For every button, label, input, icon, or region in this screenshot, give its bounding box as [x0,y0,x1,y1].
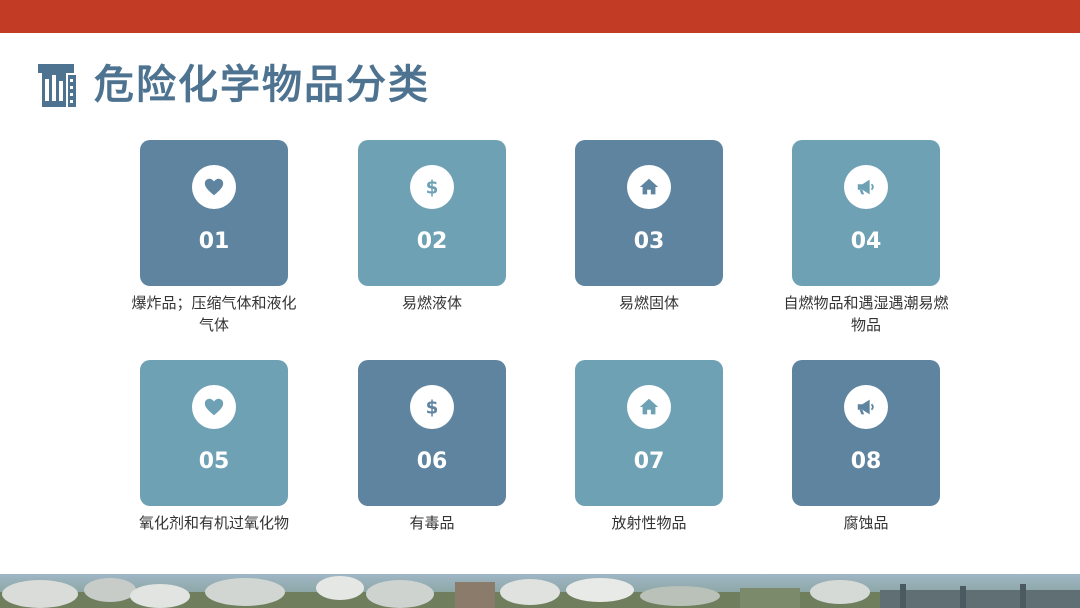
lab-beaker-logo-icon [38,64,76,107]
dollar-icon: $ [426,397,439,418]
category-card-02[interactable]: $ 02 [358,140,506,286]
category-number: 01 [198,229,230,254]
megaphone-icon [857,399,874,415]
icon-circle [627,165,671,209]
icon-circle [192,165,236,209]
category-card-01[interactable]: 01 [140,140,288,286]
category-label-06: 有毒品 [409,514,455,532]
title-area: 危险化学物品分类 [36,60,430,110]
top-accent-bar [0,0,1080,33]
category-label-08: 腐蚀品 [843,514,889,532]
category-label-03: 易燃固体 [618,294,679,312]
category-card-05[interactable]: 05 [140,360,288,506]
heart-icon [204,398,224,416]
industrial-tanks-photo [0,574,1080,608]
category-number: 03 [633,229,665,254]
icon-circle [627,385,671,429]
category-card-04[interactable]: 04 [792,140,940,286]
icon-circle: $ [410,385,454,429]
category-label-05: 氧化剂和有机过氧化物 [138,514,289,532]
icon-circle [192,385,236,429]
dollar-icon: $ [426,177,439,198]
icon-circle [844,165,888,209]
icon-circle [844,385,888,429]
megaphone-icon [857,179,874,195]
category-number: 02 [416,229,448,254]
category-label-01: 爆炸品；压缩气体和液化气体 [131,294,297,334]
category-card-08[interactable]: 08 [792,360,940,506]
icon-circle: $ [410,165,454,209]
category-label-04: 自燃物品和遇湿遇潮易燃物品 [783,294,949,334]
home-icon [639,178,659,195]
category-card-03[interactable]: 03 [575,140,723,286]
category-label-02: 易燃液体 [401,294,462,312]
category-card-07[interactable]: 07 [575,360,723,506]
category-label-07: 放射性物品 [611,514,687,532]
category-number: 04 [850,229,882,254]
home-icon [639,398,659,415]
category-number: 06 [416,449,448,474]
category-card-06[interactable]: $ 06 [358,360,506,506]
category-number: 05 [198,449,230,474]
svg-text:$: $ [426,397,439,418]
heart-icon [204,178,224,196]
page-title: 危险化学物品分类 [94,62,430,108]
category-number: 08 [850,449,882,474]
category-number: 07 [633,449,665,474]
svg-text:$: $ [426,177,439,198]
